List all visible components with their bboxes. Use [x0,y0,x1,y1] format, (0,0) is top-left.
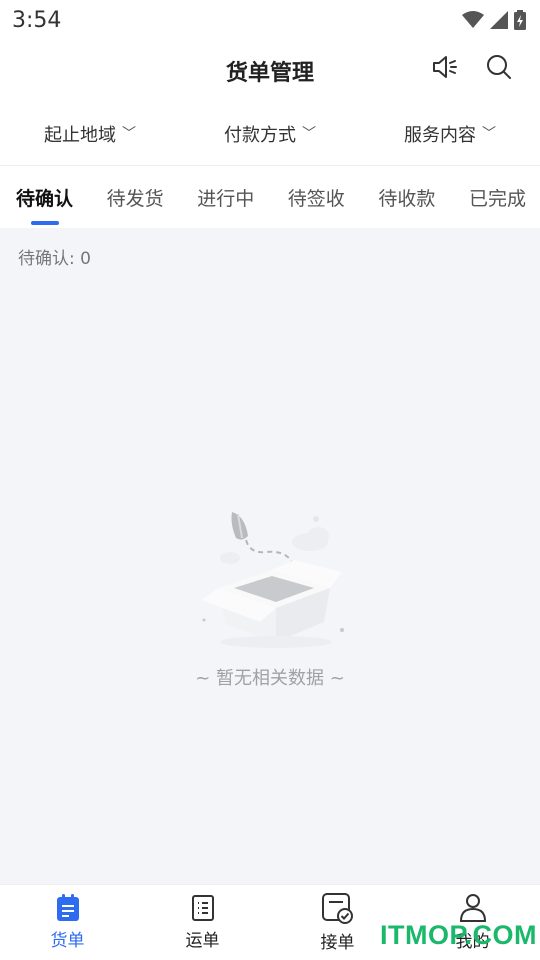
status-bar: 3:54 [0,0,540,40]
battery-icon [514,10,526,30]
nav-accept-orders[interactable]: 接单 [288,892,388,953]
filter-payment[interactable]: 付款方式 ﹀ [224,121,316,147]
tab-pending-ship[interactable]: 待发货 [107,166,164,229]
filter-region[interactable]: 起止地域 ﹀ [44,121,136,147]
nav-label: 接单 [320,933,355,953]
tab-label: 进行中 [197,187,255,210]
filter-bar: 起止地域 ﹀ 付款方式 ﹀ 服务内容 ﹀ [0,102,540,166]
system-icons [462,10,526,30]
tab-pending-payment[interactable]: 待收款 [378,166,435,229]
chevron-down-icon: ﹀ [122,125,136,142]
nav-label: 货单 [50,931,85,951]
document-icon [56,894,79,921]
active-tab-indicator [30,220,59,225]
page-title: 货单管理 [225,61,314,86]
empty-box-illustration [202,512,344,648]
status-time: 3:54 [12,7,62,33]
tab-in-progress[interactable]: 进行中 [197,166,254,229]
wifi-icon [462,11,484,28]
chevron-down-icon: ﹀ [302,125,316,142]
nav-label: 运单 [185,931,220,951]
order-list-area[interactable]: 待确认: 0 ~ 暂无相关数据 ~ [0,228,540,884]
tab-completed[interactable]: 已完成 [469,166,526,229]
nav-goods-orders[interactable]: 货单 [18,894,118,951]
speaker-button[interactable] [430,52,460,82]
filter-payment-label: 付款方式 [224,124,296,146]
tab-label: 待签收 [287,187,345,210]
title-actions [430,52,514,82]
tab-label: 待确认 [16,187,74,210]
signal-icon [490,11,508,29]
filter-service-label: 服务内容 [404,124,476,146]
search-button[interactable] [484,52,514,82]
empty-state-text: ~ 暂无相关数据 ~ [195,668,345,689]
status-tabs: 待确认 待发货 进行中 待签收 待收款 已完成 [0,166,540,228]
chevron-down-icon: ﹀ [482,125,496,142]
user-icon [459,894,486,922]
pending-count: 待确认: 0 [18,249,91,269]
filter-region-label: 起止地域 [44,124,116,146]
title-bar: 货单管理 [0,40,540,102]
tab-label: 待收款 [378,187,436,210]
tab-pending-confirm[interactable]: 待确认 [16,166,73,229]
filter-service[interactable]: 服务内容 ﹀ [404,121,496,147]
nav-waybills[interactable]: 运单 [153,894,253,951]
list-icon [191,895,214,921]
search-icon [487,55,511,79]
tab-label: 已完成 [468,187,526,210]
speaker-icon [433,56,457,78]
accept-order-icon [321,893,353,924]
tab-pending-sign[interactable]: 待签收 [288,166,345,229]
tab-label: 待发货 [106,187,164,210]
watermark-logo: ITMOP.COM [380,920,538,950]
